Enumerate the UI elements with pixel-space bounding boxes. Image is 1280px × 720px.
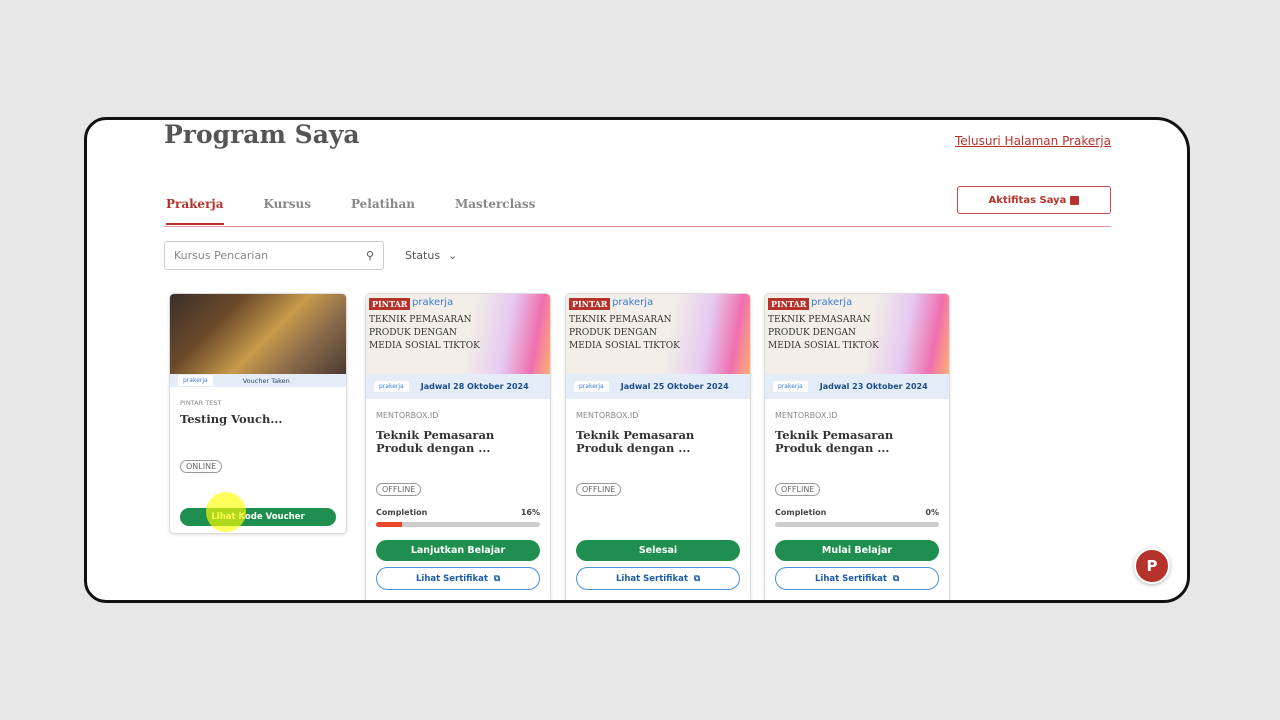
pintar-logo: PINTAR	[768, 298, 810, 310]
voucher-status: Voucher Taken	[242, 376, 290, 385]
banner-text: TEKNIK PEMASARAN PRODUK DENGAN MEDIA SOS…	[569, 315, 680, 351]
course-image	[170, 294, 346, 374]
prakerja-logo: prakerja	[178, 375, 213, 386]
mode-badge: ONLINE	[180, 460, 223, 473]
prakerja-logo: prakerja	[374, 381, 409, 392]
prakerja-logo: prakerja	[612, 297, 654, 308]
tab-pelatihan[interactable]: Pelatihan	[351, 197, 415, 225]
certificate-label: Lihat Sertifikat	[814, 573, 887, 584]
course-banner: PINTAR prakerja TEKNIK PEMASARAN PRODUK …	[366, 294, 550, 374]
primary-action-button[interactable]: Lanjutkan Belajar	[376, 540, 540, 561]
primary-action-button[interactable]: Mulai Belajar	[775, 540, 939, 561]
page-title: Program Saya	[164, 120, 360, 149]
completion-value: 0%	[925, 508, 939, 517]
pintar-logo: PINTAR	[569, 298, 611, 310]
chat-icon: P	[1146, 557, 1158, 575]
prakerja-logo: prakerja	[574, 381, 609, 392]
course-title: Testing Vouch...	[180, 412, 283, 426]
external-link-icon: ⧉	[493, 573, 501, 584]
prakerja-logo: prakerja	[412, 297, 454, 308]
search-placeholder: Kursus Pencarian	[174, 249, 269, 262]
mode-badge: OFFLINE	[376, 483, 422, 496]
divider	[164, 226, 1111, 227]
mode-badge: OFFLINE	[775, 483, 821, 496]
course-title: Teknik Pemasaran Produk dengan ...	[775, 428, 894, 455]
chat-button[interactable]: P	[1134, 548, 1170, 584]
course-title: Teknik Pemasaran Produk dengan ...	[376, 428, 495, 455]
mode-badge: OFFLINE	[576, 483, 622, 496]
course-card: PINTAR prakerja TEKNIK PEMASARAN PRODUK …	[565, 293, 751, 600]
provider: MENTORBOX.ID	[376, 411, 439, 420]
view-certificate-button[interactable]: Lihat Sertifikat ⧉	[576, 567, 740, 590]
calendar-icon	[1070, 195, 1080, 205]
course-card: PINTAR prakerja TEKNIK PEMASARAN PRODUK …	[764, 293, 950, 600]
provider: PINTAR TEST	[180, 399, 222, 407]
search-icon: ⚲	[365, 249, 374, 262]
certificate-label: Lihat Sertifikat	[415, 573, 488, 584]
course-card: PINTAR prakerja TEKNIK PEMASARAN PRODUK …	[365, 293, 551, 600]
tab-kursus[interactable]: Kursus	[264, 197, 311, 225]
schedule: Jadwal 23 Oktober 2024	[819, 382, 928, 391]
prakerja-logo: prakerja	[773, 381, 808, 392]
prakerja-logo: prakerja	[811, 297, 853, 308]
activity-label: Aktifitas Saya	[988, 194, 1067, 206]
status-filter[interactable]: Status ⌄	[405, 249, 457, 262]
certificate-label: Lihat Sertifikat	[615, 573, 688, 584]
banner-text: TEKNIK PEMASARAN PRODUK DENGAN MEDIA SOS…	[369, 315, 480, 351]
tab-masterclass[interactable]: Masterclass	[455, 197, 535, 225]
completion-label: Completion	[775, 508, 827, 517]
tab-bar: Prakerja Kursus Pelatihan Masterclass	[166, 197, 575, 225]
pintar-logo: PINTAR	[369, 298, 411, 310]
view-certificate-button[interactable]: Lihat Sertifikat ⧉	[775, 567, 939, 590]
activity-button[interactable]: Aktifitas Saya	[957, 186, 1111, 214]
primary-action-button[interactable]: Selesai	[576, 540, 740, 561]
view-voucher-button[interactable]: Lihat Kode Voucher	[180, 508, 336, 526]
course-banner: PINTAR prakerja TEKNIK PEMASARAN PRODUK …	[765, 294, 949, 374]
course-banner: PINTAR prakerja TEKNIK PEMASARAN PRODUK …	[566, 294, 750, 374]
progress-bar	[376, 522, 540, 527]
search-input[interactable]: Kursus Pencarian ⚲	[164, 241, 384, 270]
app-window: Program Saya Telusuri Halaman Prakerja P…	[84, 117, 1190, 603]
schedule: Jadwal 25 Oktober 2024	[620, 382, 729, 391]
voucher-card: prakerja Voucher Taken PINTAR TEST Testin…	[169, 293, 347, 534]
click-highlight	[206, 492, 246, 532]
schedule: Jadwal 28 Oktober 2024	[420, 382, 529, 391]
progress-bar	[775, 522, 939, 527]
banner-text: TEKNIK PEMASARAN PRODUK DENGAN MEDIA SOS…	[768, 315, 879, 351]
status-label: Status	[405, 249, 441, 262]
chevron-down-icon: ⌄	[448, 249, 458, 262]
completion-label: Completion	[376, 508, 428, 517]
provider: MENTORBOX.ID	[775, 411, 838, 420]
completion-value: 16%	[520, 508, 540, 517]
view-certificate-button[interactable]: Lihat Sertifikat ⧉	[376, 567, 540, 590]
provider: MENTORBOX.ID	[576, 411, 639, 420]
external-link-icon: ⧉	[693, 573, 701, 584]
prakerja-link[interactable]: Telusuri Halaman Prakerja	[955, 134, 1111, 148]
course-title: Teknik Pemasaran Produk dengan ...	[576, 428, 695, 455]
external-link-icon: ⧉	[892, 573, 900, 584]
tab-prakerja[interactable]: Prakerja	[166, 197, 224, 225]
